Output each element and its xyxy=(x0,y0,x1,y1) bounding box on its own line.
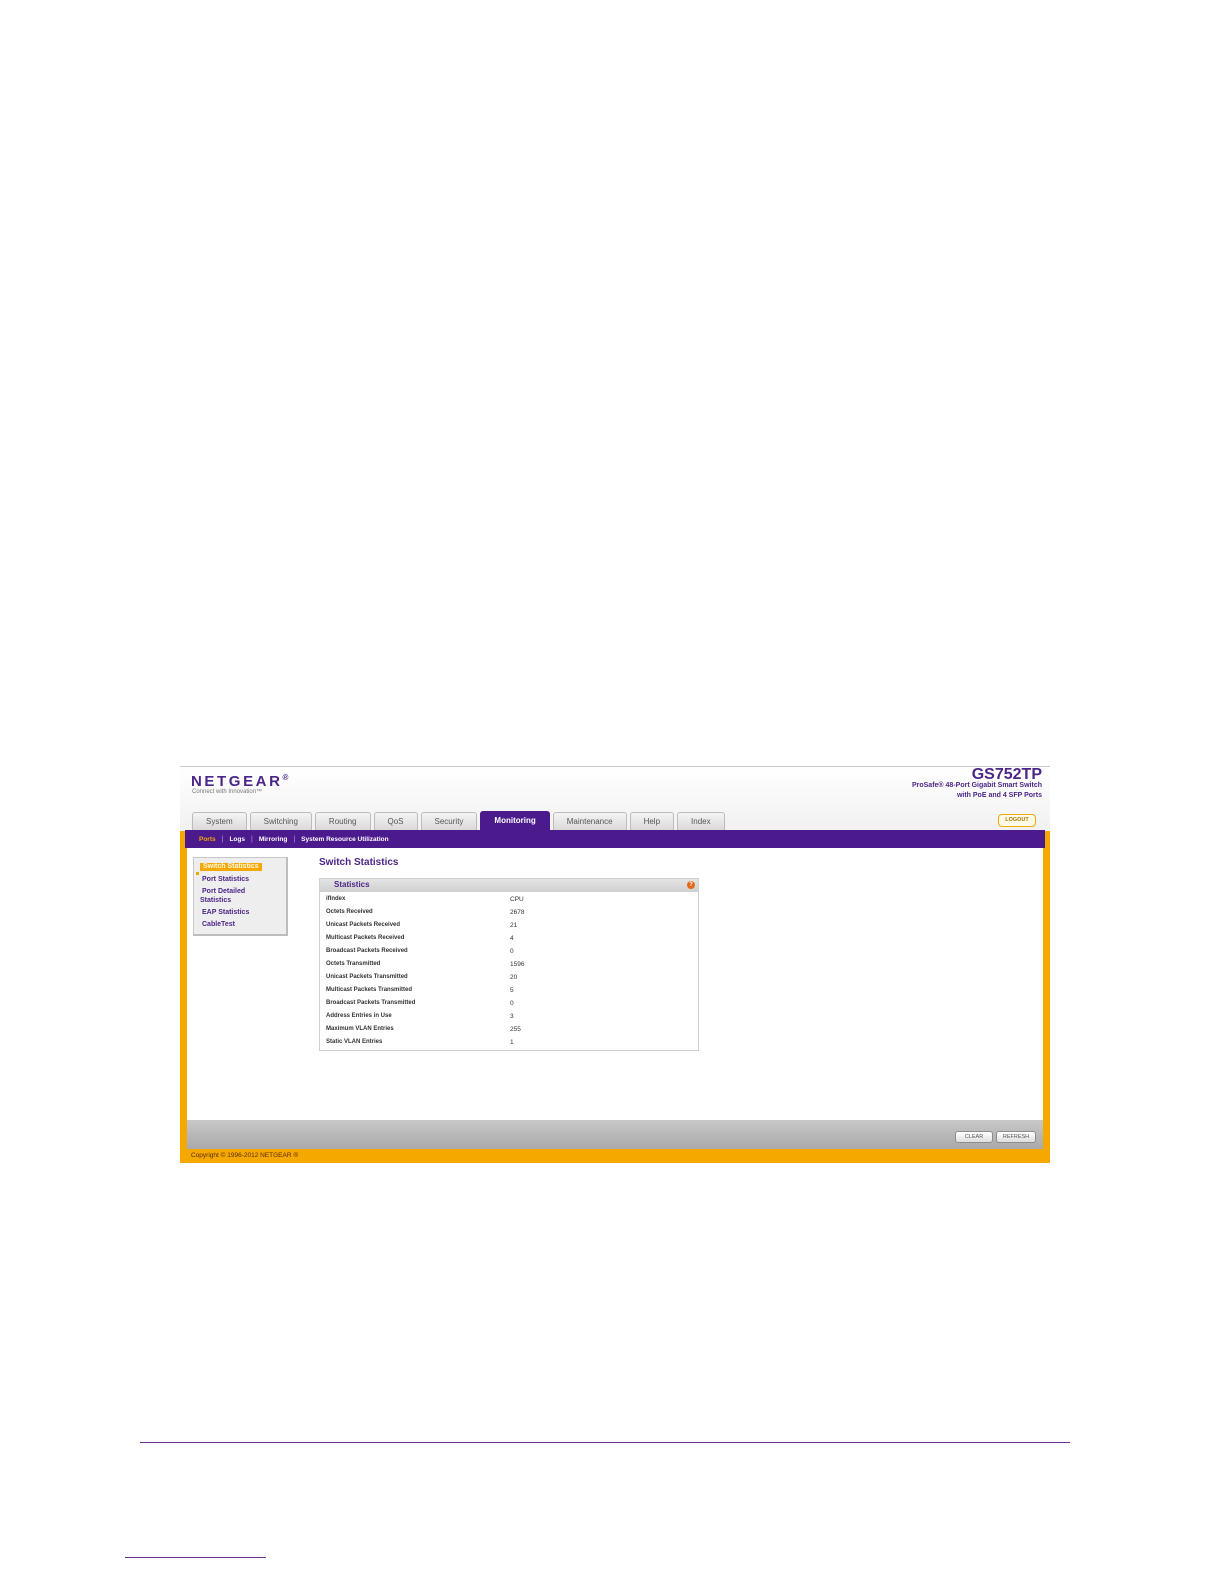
stat-value: CPU xyxy=(510,896,524,903)
table-row: Multicast Packets Received 4 xyxy=(326,933,686,946)
stat-label: Address Entries in Use xyxy=(326,1013,392,1019)
netgear-logo: NETGEAR® xyxy=(191,773,289,790)
stat-value: 1596 xyxy=(510,961,525,968)
button-bar: CLEAR REFRESH xyxy=(187,1120,1043,1149)
tab-help[interactable]: Help xyxy=(629,812,675,831)
help-icon[interactable]: ? xyxy=(687,881,695,889)
stat-label: ifIndex xyxy=(326,896,346,902)
stat-label: Octets Transmitted xyxy=(326,961,381,967)
page-title: Switch Statistics xyxy=(319,857,399,868)
subnav-ports[interactable]: Ports xyxy=(199,836,216,843)
side-menu-eap-statistics[interactable]: EAP Statistics xyxy=(202,909,249,917)
tab-qos[interactable]: QoS xyxy=(373,812,418,831)
tab-routing[interactable]: Routing xyxy=(314,812,371,831)
stat-value: 3 xyxy=(510,1013,514,1020)
subnav-separator: | xyxy=(293,835,296,843)
refresh-button[interactable]: REFRESH xyxy=(996,1131,1036,1143)
main-tabs: System Switching Routing QoS Security Mo… xyxy=(192,811,725,831)
tab-monitoring[interactable]: Monitoring xyxy=(480,811,550,831)
table-row: Broadcast Packets Transmitted 0 xyxy=(326,998,686,1011)
stat-value: 0 xyxy=(510,948,514,955)
side-menu-switch-statistics[interactable]: Switch Statistics xyxy=(200,863,262,871)
stat-value: 20 xyxy=(510,974,518,981)
table-row: ifIndex CPU xyxy=(326,894,686,907)
stat-value: 5 xyxy=(510,987,514,994)
stat-value: 21 xyxy=(510,922,518,929)
subnav-separator: | xyxy=(221,835,224,843)
table-row: Unicast Packets Received 21 xyxy=(326,920,686,933)
switch-web-ui-screenshot: NETGEAR® Connect with Innovation™ GS752T… xyxy=(180,766,1050,1163)
header: NETGEAR® Connect with Innovation™ GS752T… xyxy=(180,766,1050,831)
stat-value: 0 xyxy=(510,1000,514,1007)
stat-label: Multicast Packets Received xyxy=(326,935,405,941)
side-menu-port-detailed-statistics-line2[interactable]: Statistics xyxy=(200,897,231,905)
table-row: Multicast Packets Transmitted 5 xyxy=(326,985,686,998)
logout-button[interactable]: LOGOUT xyxy=(998,814,1036,827)
side-menu-port-statistics[interactable]: Port Statistics xyxy=(202,876,249,884)
stat-label: Broadcast Packets Transmitted xyxy=(326,1000,416,1006)
clear-button[interactable]: CLEAR xyxy=(955,1131,993,1143)
statistics-panel-title: Statistics xyxy=(334,880,370,889)
tab-system[interactable]: System xyxy=(192,812,247,831)
tagline: Connect with Innovation™ xyxy=(192,789,263,795)
stat-label: Unicast Packets Received xyxy=(326,922,401,928)
stat-label: Broadcast Packets Received xyxy=(326,948,408,954)
subnav-system-resource-utilization[interactable]: System Resource Utilization xyxy=(301,836,388,843)
copyright-text: Copyright © 1996-2012 NETGEAR ® xyxy=(191,1152,299,1159)
tab-security[interactable]: Security xyxy=(420,812,478,831)
side-menu: Switch Statistics Port Statistics Port D… xyxy=(193,857,288,936)
model-description-1: ProSafe® 48-Port Gigabit Smart Switch xyxy=(911,782,1042,789)
table-row: Unicast Packets Transmitted 20 xyxy=(326,972,686,985)
stat-value: 1 xyxy=(510,1039,514,1046)
table-row: Static VLAN Entries 1 xyxy=(326,1037,686,1050)
selected-bullet-icon xyxy=(196,872,199,875)
stat-label: Multicast Packets Transmitted xyxy=(326,987,413,993)
sub-navigation: Ports | Logs | Mirroring | System Resour… xyxy=(185,830,1045,848)
table-row: Address Entries in Use 3 xyxy=(326,1011,686,1024)
side-menu-cabletest[interactable]: CableTest xyxy=(202,921,235,929)
model-description-2: with PoE and 4 SFP Ports xyxy=(956,792,1042,799)
statistics-panel: Statistics ? ifIndex CPU Octets Received 2… xyxy=(319,878,699,1051)
footer-divider xyxy=(140,1442,1070,1443)
table-row: Maximum VLAN Entries 255 xyxy=(326,1024,686,1037)
side-menu-port-detailed-statistics[interactable]: Port Detailed xyxy=(202,888,245,896)
table-row: Octets Transmitted 1596 xyxy=(326,959,686,972)
tab-switching[interactable]: Switching xyxy=(249,812,312,831)
stat-label: Octets Received xyxy=(326,909,373,915)
footer-link-underline xyxy=(125,1557,266,1558)
table-row: Octets Received 2678 xyxy=(326,907,686,920)
stat-label: Static VLAN Entries xyxy=(326,1039,383,1045)
subnav-mirroring[interactable]: Mirroring xyxy=(259,836,288,843)
content-area: Switch Statistics Port Statistics Port D… xyxy=(187,848,1043,1120)
stat-value: 4 xyxy=(510,935,514,942)
stat-value: 2678 xyxy=(510,909,525,916)
subnav-separator: | xyxy=(250,835,253,843)
statistics-panel-header: Statistics ? xyxy=(320,879,698,892)
stat-label: Unicast Packets Transmitted xyxy=(326,974,408,980)
stat-value: 255 xyxy=(510,1026,521,1033)
stat-label: Maximum VLAN Entries xyxy=(326,1026,394,1032)
table-row: Broadcast Packets Received 0 xyxy=(326,946,686,959)
subnav-logs[interactable]: Logs xyxy=(229,836,245,843)
tab-index[interactable]: Index xyxy=(677,812,725,831)
tab-maintenance[interactable]: Maintenance xyxy=(552,812,627,831)
